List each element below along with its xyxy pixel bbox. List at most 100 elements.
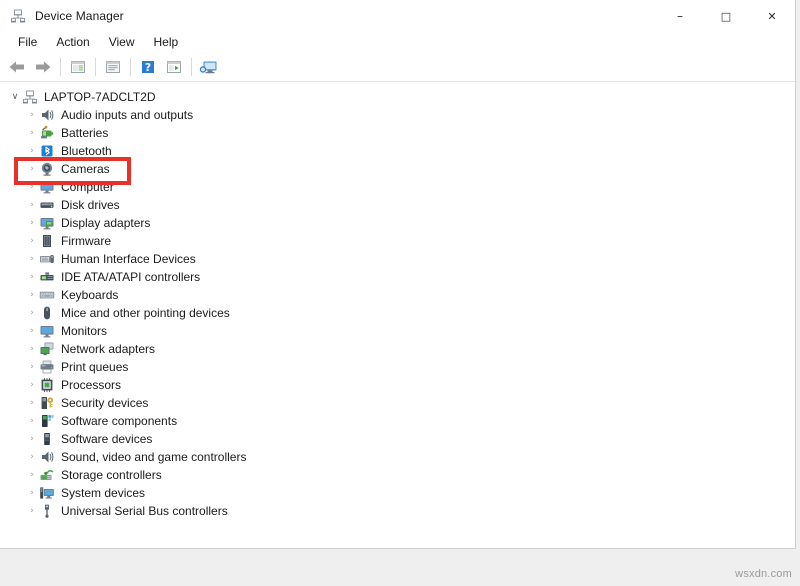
firmware-chip-icon xyxy=(39,233,55,249)
tree-item-bluetooth[interactable]: › Bluetooth xyxy=(0,142,795,160)
tree-item-label: Network adapters xyxy=(61,342,155,356)
chevron-right-icon[interactable]: › xyxy=(25,381,39,390)
tree-item-computer[interactable]: › Computer xyxy=(0,178,795,196)
computer-root-icon xyxy=(22,89,38,105)
chevron-right-icon[interactable]: › xyxy=(25,111,39,120)
chevron-right-icon[interactable]: › xyxy=(25,471,39,480)
tree-item-label: Keyboards xyxy=(61,288,118,302)
chevron-right-icon[interactable]: › xyxy=(25,237,39,246)
tree-item-label: Monitors xyxy=(61,324,107,338)
tree-root-node[interactable]: ∨ LAPTOP-7ADCLT2D xyxy=(0,88,795,106)
device-manager-icon xyxy=(10,8,26,24)
chevron-right-icon[interactable]: › xyxy=(25,219,39,228)
tree-item-universal-serial-bus-controllers[interactable]: › Universal Serial Bus controllers xyxy=(0,502,795,520)
tree-item-cameras[interactable]: › Cameras xyxy=(0,160,795,178)
usb-icon xyxy=(39,503,55,519)
tree-item-batteries[interactable]: › Batteries xyxy=(0,124,795,142)
tree-item-label: IDE ATA/ATAPI controllers xyxy=(61,270,200,284)
toolbar: ? xyxy=(0,53,795,82)
forward-arrow-icon[interactable] xyxy=(30,55,56,79)
menu-action[interactable]: Action xyxy=(47,33,98,52)
tree-item-mice-and-other-pointing-devices[interactable]: › Mice and other pointing devices xyxy=(0,304,795,322)
tree-item-human-interface-devices[interactable]: › Human Interface Devices xyxy=(0,250,795,268)
chevron-right-icon[interactable]: › xyxy=(25,201,39,210)
tree-item-label: Human Interface Devices xyxy=(61,252,196,266)
tree-item-display-adapters[interactable]: › Display adapters xyxy=(0,214,795,232)
chevron-right-icon[interactable]: › xyxy=(25,453,39,462)
device-tree[interactable]: ∨ LAPTOP-7ADCLT2D › xyxy=(0,82,795,548)
toolbar-separator xyxy=(130,58,131,76)
keyboard-icon xyxy=(39,287,55,303)
speaker-icon xyxy=(39,107,55,123)
chevron-right-icon[interactable]: › xyxy=(25,147,39,156)
tree-item-label: Software devices xyxy=(61,432,152,446)
menu-file[interactable]: File xyxy=(9,33,46,52)
menu-help[interactable]: Help xyxy=(145,33,188,52)
tree-item-system-devices[interactable]: › System devices xyxy=(0,484,795,502)
tree-item-label: Cameras xyxy=(61,162,110,176)
help-icon[interactable]: ? xyxy=(135,55,161,79)
back-arrow-icon[interactable] xyxy=(4,55,30,79)
tree-item-network-adapters[interactable]: › Network adapters xyxy=(0,340,795,358)
processor-icon xyxy=(39,377,55,393)
chevron-right-icon[interactable]: › xyxy=(25,183,39,192)
toolbar-separator xyxy=(95,58,96,76)
mouse-icon xyxy=(39,305,55,321)
tree-item-label: Sound, video and game controllers xyxy=(61,450,246,464)
minimize-button[interactable]: – xyxy=(657,0,703,32)
chevron-right-icon[interactable]: › xyxy=(25,489,39,498)
chevron-right-icon[interactable]: › xyxy=(25,165,39,174)
chevron-right-icon[interactable]: › xyxy=(25,363,39,372)
properties-icon[interactable] xyxy=(100,55,126,79)
chevron-right-icon[interactable]: › xyxy=(25,129,39,138)
tree-item-sound-video-and-game-controllers[interactable]: › Sound, video and game controllers xyxy=(0,448,795,466)
show-hide-console-tree-icon[interactable] xyxy=(65,55,91,79)
chevron-down-icon[interactable]: ∨ xyxy=(8,93,22,102)
tree-item-ide-ata-atapi-controllers[interactable]: › IDE ATA/ATAPI controllers xyxy=(0,268,795,286)
tree-item-label: Storage controllers xyxy=(61,468,162,482)
tree-item-storage-controllers[interactable]: › Storage controllers xyxy=(0,466,795,484)
update-driver-icon[interactable] xyxy=(161,55,187,79)
maximize-button[interactable]: □ xyxy=(703,0,749,32)
tree-item-firmware[interactable]: › Firmware xyxy=(0,232,795,250)
tree-item-processors[interactable]: › Processors xyxy=(0,376,795,394)
chevron-right-icon[interactable]: › xyxy=(25,309,39,318)
tree-item-label: Universal Serial Bus controllers xyxy=(61,504,228,518)
network-adapter-icon xyxy=(39,341,55,357)
watermark: wsxdn.com xyxy=(735,568,792,580)
chevron-right-icon[interactable]: › xyxy=(25,435,39,444)
tree-item-print-queues[interactable]: › Print queues xyxy=(0,358,795,376)
chevron-right-icon[interactable]: › xyxy=(25,507,39,516)
toolbar-separator xyxy=(191,58,192,76)
chevron-right-icon[interactable]: › xyxy=(25,345,39,354)
tree-item-label: Bluetooth xyxy=(61,144,112,158)
title-bar: Device Manager – □ ✕ xyxy=(0,0,795,32)
window-controls: – □ ✕ xyxy=(657,0,795,32)
software-device-icon xyxy=(39,431,55,447)
chevron-right-icon[interactable]: › xyxy=(25,273,39,282)
monitor-icon xyxy=(39,323,55,339)
chevron-right-icon[interactable]: › xyxy=(25,327,39,336)
tree-item-security-devices[interactable]: › Security devices xyxy=(0,394,795,412)
tree-item-keyboards[interactable]: › Keyboards xyxy=(0,286,795,304)
chevron-right-icon[interactable]: › xyxy=(25,291,39,300)
chevron-right-icon[interactable]: › xyxy=(25,255,39,264)
tree-item-software-devices[interactable]: › Software devices xyxy=(0,430,795,448)
display-adapter-icon xyxy=(39,215,55,231)
tree-item-label: Computer xyxy=(61,180,114,194)
tree-item-label: Mice and other pointing devices xyxy=(61,306,230,320)
bluetooth-icon xyxy=(39,143,55,159)
tree-root-label: LAPTOP-7ADCLT2D xyxy=(44,90,156,104)
scan-hardware-changes-icon[interactable] xyxy=(196,55,222,79)
tree-item-software-components[interactable]: › Software components xyxy=(0,412,795,430)
chevron-right-icon[interactable]: › xyxy=(25,399,39,408)
tree-item-label: Print queues xyxy=(61,360,128,374)
device-manager-window: Device Manager – □ ✕ File Action View He… xyxy=(0,0,796,549)
menu-view[interactable]: View xyxy=(100,33,144,52)
tree-item-label: Disk drives xyxy=(61,198,120,212)
chevron-right-icon[interactable]: › xyxy=(25,417,39,426)
tree-item-audio-inputs-and-outputs[interactable]: › Audio inputs and outputs xyxy=(0,106,795,124)
close-button[interactable]: ✕ xyxy=(749,0,795,32)
tree-item-monitors[interactable]: › Monitors xyxy=(0,322,795,340)
tree-item-disk-drives[interactable]: › Disk drives xyxy=(0,196,795,214)
